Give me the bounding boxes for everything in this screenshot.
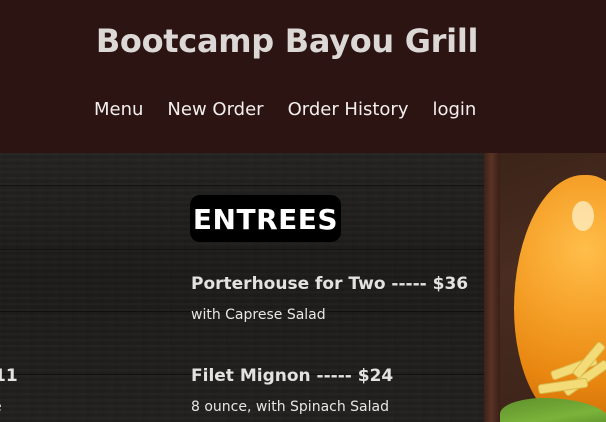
fries-image: [530, 340, 606, 403]
nav-link-menu[interactable]: Menu: [94, 99, 143, 123]
food-photo: [500, 153, 606, 422]
section-heading-badge: ENTREES: [190, 195, 341, 242]
board-plank-seam: [0, 249, 484, 250]
nav-link-order-history[interactable]: Order History: [288, 99, 409, 123]
pepper-highlight: [572, 201, 594, 231]
main-nav: Menu New Order Order History login: [94, 99, 476, 123]
nav-link-login[interactable]: login: [432, 99, 476, 123]
menu-item-desc: with Caprese Salad: [191, 307, 326, 323]
site-header: Bootcamp Bayou Grill Menu New Order Orde…: [0, 0, 606, 153]
menu-item-title: Filet Mignon ----- $24: [191, 366, 394, 386]
menu-item-title: Porterhouse for Two ----- $36: [191, 274, 469, 294]
left-column-desc-fragment: e: [0, 399, 2, 415]
board-plank-seam: [0, 185, 484, 186]
section-heading: ENTREES: [192, 203, 339, 236]
nav-link-new-order[interactable]: New Order: [167, 99, 263, 123]
site-title: Bootcamp Bayou Grill: [95, 22, 479, 60]
menu-item-desc: 8 ounce, with Spinach Salad: [191, 399, 389, 415]
board-frame: [484, 153, 500, 422]
left-column-price-fragment: 11: [0, 366, 18, 386]
